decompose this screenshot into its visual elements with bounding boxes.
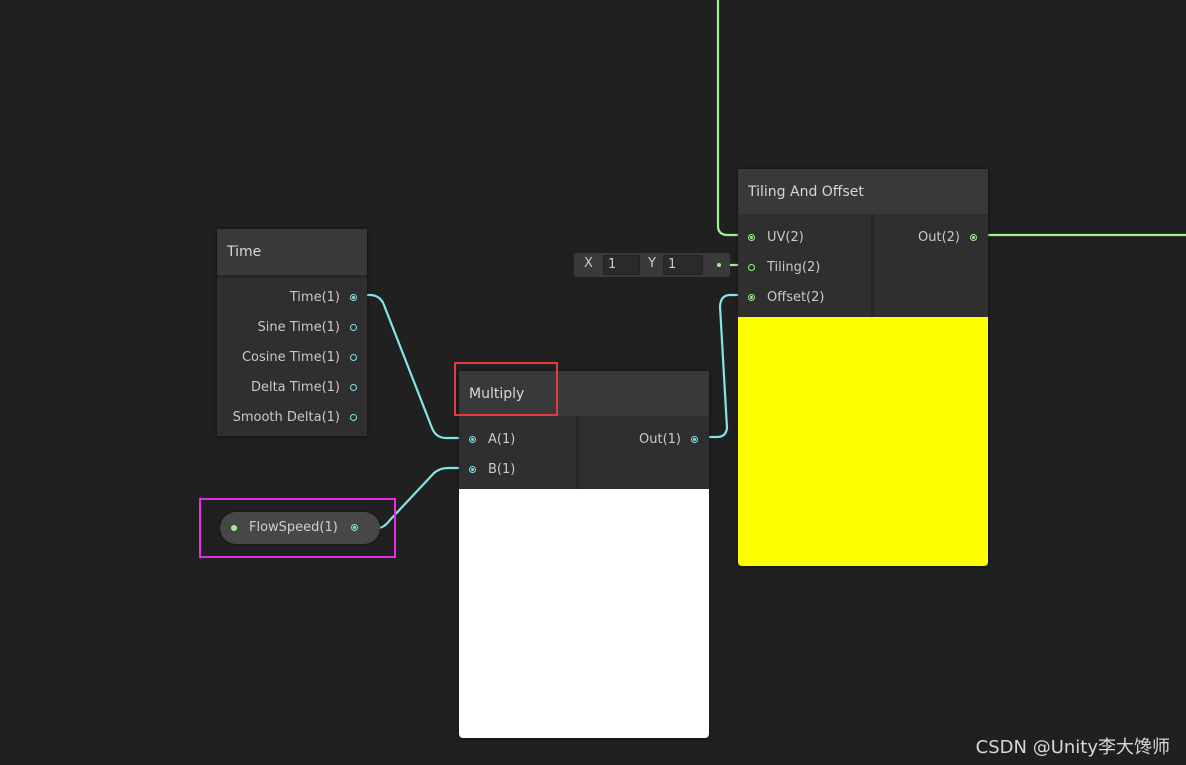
time-output-time-label: Time(1) [289,289,340,305]
tiling-input-uv-label: UV(2) [767,229,804,245]
tiling-input-tiling-label: Tiling(2) [767,259,821,275]
time-node-title-text: Time [227,244,262,260]
multiply-output-out[interactable]: Out(1) [639,424,698,454]
tiling-y-input[interactable]: 1 [663,255,703,275]
tiling-input-uv[interactable]: UV(2) [748,222,804,252]
tiling-node-title-text: Tiling And Offset [748,183,864,200]
tiling-y-value: 1 [668,257,677,272]
time-output-cosine-time[interactable]: Cosine Time(1) [217,342,357,372]
multiply-input-b-port[interactable] [469,465,476,473]
tiling-input-tiling[interactable]: Tiling(2) [748,252,820,282]
time-output-delta-time-port[interactable] [350,383,357,391]
multiply-input-a[interactable]: A(1) [469,424,515,454]
multiply-preview[interactable] [459,489,709,738]
tiling-input-uv-port[interactable] [748,233,755,241]
time-output-sine-time-port[interactable] [350,323,357,331]
watermark: CSDN @Unity李大馋师 [975,737,1170,758]
time-output-time-port[interactable] [350,293,357,301]
tiling-and-offset-node[interactable]: Tiling And Offset UV(2) Tiling(2) Offset… [738,169,988,566]
tiling-input-offset[interactable]: Offset(2) [748,282,824,312]
multiply-input-b-label: B(1) [488,461,516,477]
time-output-time[interactable]: Time(1) [217,282,357,312]
tiling-input-offset-port[interactable] [748,293,755,301]
tiling-input-tiling-port[interactable] [748,263,755,271]
time-output-delta-time-label: Delta Time(1) [250,379,340,395]
multiply-input-b[interactable]: B(1) [469,454,515,484]
tiling-x-value: 1 [608,257,617,272]
time-output-smooth-delta-port[interactable] [350,413,357,421]
time-output-delta-time[interactable]: Delta Time(1) [217,372,357,402]
time-output-sine-time[interactable]: Sine Time(1) [217,312,357,342]
time-output-sine-time-label: Sine Time(1) [257,319,340,335]
time-output-cosine-time-port[interactable] [350,353,357,361]
tiling-output-label: Out(2) [918,229,960,245]
tiling-node-title[interactable]: Tiling And Offset [738,169,988,214]
time-node[interactable]: Time Time(1) Sine Time(1) Cosine Time(1)… [217,229,367,436]
multiply-output-label: Out(1) [639,431,681,447]
tiling-default-connector-icon [717,263,721,267]
time-node-title[interactable]: Time [217,229,367,275]
flowspeed-highlight-box [199,498,396,558]
tiling-preview[interactable] [738,317,988,566]
tiling-output-port[interactable] [970,233,977,241]
multiply-output-port[interactable] [691,435,698,443]
multiply-node[interactable]: Multiply A(1) B(1) Out(1) [459,371,709,738]
multiply-input-a-label: A(1) [488,431,516,447]
tiling-default-value-field[interactable]: X 1 Y 1 [574,253,730,277]
time-output-cosine-time-label: Cosine Time(1) [241,349,340,365]
time-output-smooth-delta[interactable]: Smooth Delta(1) [217,402,357,432]
tiling-output-out[interactable]: Out(2) [918,222,977,252]
multiply-input-a-port[interactable] [469,435,476,443]
tiling-input-offset-label: Offset(2) [767,289,825,305]
tiling-x-label: X [584,256,593,271]
tiling-x-input[interactable]: 1 [603,255,640,275]
multiply-title-highlight-box [454,362,558,416]
time-output-smooth-delta-label: Smooth Delta(1) [232,409,340,425]
tiling-y-label: Y [648,256,656,271]
